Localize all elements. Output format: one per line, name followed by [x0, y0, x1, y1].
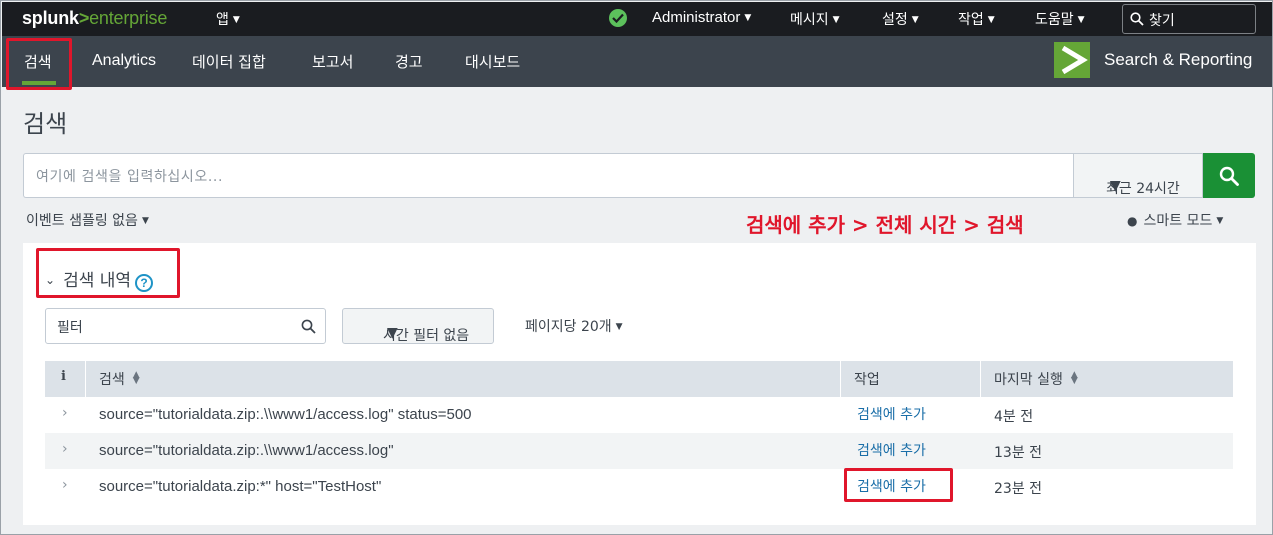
history-filter-input[interactable]: 필터: [45, 308, 326, 344]
tab-alerts-label: 경고: [395, 53, 423, 71]
mode-label: 스마트 모드: [1143, 213, 1213, 229]
column-divider: [980, 361, 981, 397]
messages-menu[interactable]: 메시지 ▼: [790, 9, 840, 29]
per-page-dropdown[interactable]: 페이지당 20개 ▼: [525, 316, 623, 336]
chevron-right-icon[interactable]: ›: [62, 441, 68, 457]
find-label: 찾기: [1149, 13, 1175, 29]
search-icon: [1219, 166, 1239, 186]
chevron-right-icon[interactable]: ›: [62, 477, 68, 493]
search-button[interactable]: [1203, 153, 1255, 198]
column-divider: [85, 361, 86, 397]
caret-down-icon: ▼: [744, 13, 752, 23]
caret-down-icon: ▼: [615, 322, 623, 332]
tab-analytics-label: Analytics: [92, 52, 157, 69]
top-bar: splunk>enterprise 앱 ▼ Administrator ▼ 메시지 ▼…: [2, 2, 1272, 36]
app-menu-label: 앱: [216, 12, 229, 28]
sort-icon: ▲ ▼: [132, 370, 140, 386]
highlight-box-search-tab: [6, 38, 72, 90]
tab-datasets[interactable]: 데이터 집합: [192, 51, 266, 72]
column-header-last-run[interactable]: 마지막 실행 ▲ ▼: [994, 361, 1078, 397]
search-mode-dropdown[interactable]: ● 스마트 모드 ▼: [1127, 210, 1223, 230]
app-bar: 검색 Analytics 데이터 집합 보고서 경고 대시보드 Search &…: [2, 36, 1272, 87]
help-menu-label: 도움말: [1035, 12, 1074, 28]
user-menu-label: Administrator: [652, 9, 741, 26]
column-header-actions: 작업: [854, 361, 880, 397]
search-placeholder: 여기에 검색을 입력하십시오...: [36, 169, 224, 185]
find-input[interactable]: 찾기: [1122, 4, 1256, 34]
app-logo-icon: [1054, 42, 1090, 78]
activity-menu[interactable]: 작업 ▼: [958, 9, 995, 29]
table-row: › source="tutorialdata.zip:.\\www1/acces…: [45, 397, 1233, 433]
caret-down-icon: ▼: [141, 216, 149, 226]
logo-splunk-text: splunk: [22, 8, 79, 28]
caret-down-icon: ▼: [232, 15, 240, 25]
column-actions-label: 작업: [854, 372, 880, 388]
row-query: source="tutorialdata.zip:*" host="TestHo…: [99, 478, 382, 495]
annotation-text: 검색에 추가 > 전체 시간 > 검색: [746, 213, 1024, 237]
logo-enterprise-text: enterprise: [89, 8, 168, 28]
caret-down-icon: ▼: [387, 325, 398, 341]
per-page-label: 페이지당 20개: [525, 319, 612, 335]
search-icon: [301, 319, 316, 334]
messages-menu-label: 메시지: [790, 12, 829, 28]
table-row: › source="tutorialdata.zip:*" host="Test…: [45, 469, 1233, 505]
caret-down-icon: ▼: [832, 15, 840, 25]
app-name[interactable]: Search & Reporting: [1104, 50, 1252, 70]
table-row: › source="tutorialdata.zip:.\\www1/acces…: [45, 433, 1233, 469]
tab-analytics[interactable]: Analytics: [92, 52, 156, 70]
highlight-box-history: [36, 248, 180, 298]
splunk-logo[interactable]: splunk>enterprise: [22, 8, 167, 29]
app-menu[interactable]: 앱 ▼: [216, 9, 240, 29]
caret-down-icon: ▼: [987, 15, 995, 25]
window-frame: splunk>enterprise 앱 ▼ Administrator ▼ 메시지 ▼…: [0, 0, 1273, 535]
sampling-label: 이벤트 샘플링 없음: [26, 213, 138, 229]
caret-down-icon: ▼: [1110, 178, 1121, 194]
row-last-run: 23분 전: [994, 481, 1043, 497]
lightbulb-icon: ●: [1127, 214, 1138, 228]
tab-datasets-label: 데이터 집합: [192, 53, 266, 71]
settings-menu[interactable]: 설정 ▼: [882, 9, 919, 29]
info-icon: i: [61, 369, 66, 384]
chevron-right-icon[interactable]: ›: [62, 405, 68, 421]
search-icon: [1130, 12, 1144, 26]
logo-gt-text: >: [78, 8, 90, 28]
add-to-search-link[interactable]: 검색에 추가: [857, 440, 926, 460]
tab-reports-label: 보고서: [312, 53, 354, 71]
row-query: source="tutorialdata.zip:.\\www1/access.…: [99, 406, 472, 423]
tab-reports[interactable]: 보고서: [312, 51, 353, 72]
filter-placeholder: 필터: [57, 320, 83, 336]
column-search-label: 검색: [99, 372, 125, 388]
sort-icon: ▲ ▼: [1070, 370, 1078, 386]
check-circle-icon[interactable]: [609, 9, 627, 27]
column-last-run-label: 마지막 실행: [994, 372, 1063, 388]
activity-menu-label: 작업: [958, 12, 984, 28]
help-menu[interactable]: 도움말 ▼: [1035, 9, 1085, 29]
caret-down-icon: ▼: [911, 15, 919, 25]
user-menu[interactable]: Administrator ▼: [652, 9, 751, 26]
tab-alerts[interactable]: 경고: [395, 51, 423, 72]
search-input[interactable]: 여기에 검색을 입력하십시오...: [23, 153, 1074, 198]
row-last-run: 4분 전: [994, 409, 1034, 425]
column-header-search[interactable]: 검색 ▲ ▼: [99, 361, 140, 397]
page-title: 검색: [23, 110, 68, 138]
time-range-picker[interactable]: 최근 24시간 ▼: [1073, 153, 1203, 198]
tab-dashboards[interactable]: 대시보드: [465, 51, 520, 72]
history-table-header: i 검색 ▲ ▼ 작업 마지막 실행 ▲ ▼: [45, 361, 1233, 397]
time-filter-dropdown[interactable]: 시간 필터 없음 ▼: [342, 308, 494, 344]
row-query: source="tutorialdata.zip:.\\www1/access.…: [99, 442, 394, 459]
event-sampling-dropdown[interactable]: 이벤트 샘플링 없음 ▼: [26, 210, 149, 230]
caret-down-icon: ▼: [1077, 15, 1085, 25]
add-to-search-link[interactable]: 검색에 추가: [857, 404, 926, 424]
highlight-box-add-to-search: [844, 468, 953, 502]
settings-menu-label: 설정: [882, 12, 908, 28]
column-divider: [840, 361, 841, 397]
caret-down-icon: ▼: [1216, 216, 1224, 226]
tab-dashboards-label: 대시보드: [465, 53, 521, 71]
row-last-run: 13분 전: [994, 445, 1043, 461]
